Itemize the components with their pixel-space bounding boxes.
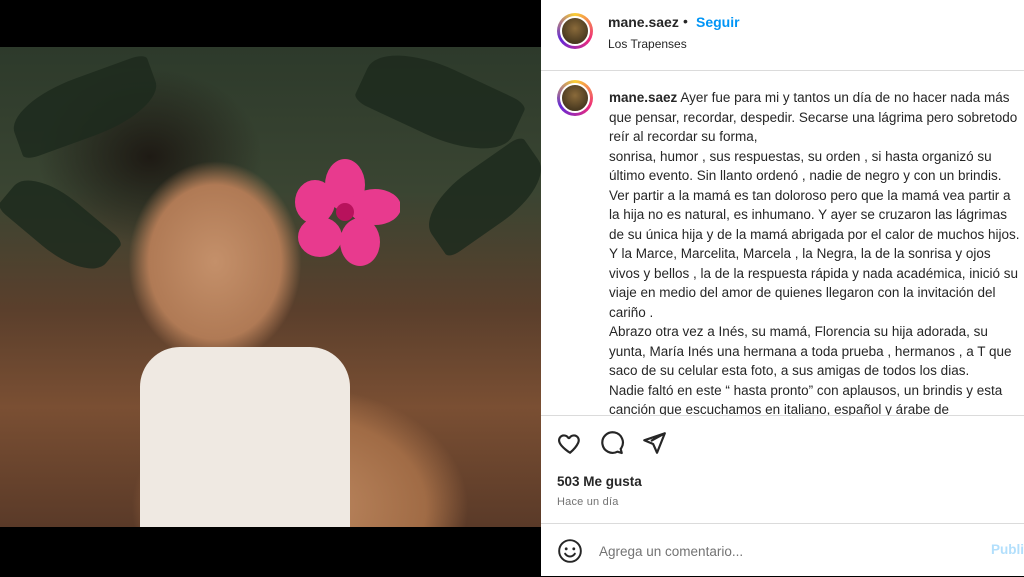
location-link[interactable]: Los Trapenses xyxy=(608,37,687,51)
hibiscus-flower xyxy=(295,159,400,266)
comment-input[interactable] xyxy=(597,540,961,562)
caption-body: mane.saez Ayer fue para mi y tantos un d… xyxy=(609,88,1024,415)
post-actions: 503 Me gusta Hace un día xyxy=(541,415,1024,524)
avatar[interactable] xyxy=(557,13,593,49)
likes-count[interactable]: 503 Me gusta xyxy=(557,474,642,489)
username-link[interactable]: mane.saez xyxy=(608,14,679,30)
caption-section: mane.saez Ayer fue para mi y tantos un d… xyxy=(557,80,1024,415)
separator-dot: • xyxy=(683,13,688,29)
post-header: mane.saez • Seguir Los Trapenses xyxy=(541,0,1024,71)
post-details-panel: mane.saez • Seguir Los Trapenses mane.sa… xyxy=(541,0,1024,576)
comment-bar: Publicar xyxy=(541,523,1024,577)
publish-button[interactable]: Publicar xyxy=(991,542,1024,557)
follow-button[interactable]: Seguir xyxy=(696,14,740,30)
share-icon[interactable] xyxy=(641,430,667,456)
emoji-icon[interactable] xyxy=(557,538,583,564)
caption-username[interactable]: mane.saez xyxy=(609,90,677,105)
comment-icon[interactable] xyxy=(599,430,625,456)
caption-text: Ayer fue para mi y tantos un día de no h… xyxy=(609,90,1020,415)
post-media-area xyxy=(0,0,541,576)
caption-avatar[interactable] xyxy=(557,80,593,116)
dress-shape xyxy=(140,347,350,527)
heart-icon[interactable] xyxy=(557,430,583,456)
post-timestamp[interactable]: Hace un día xyxy=(557,496,619,508)
post-photo[interactable] xyxy=(0,47,541,527)
